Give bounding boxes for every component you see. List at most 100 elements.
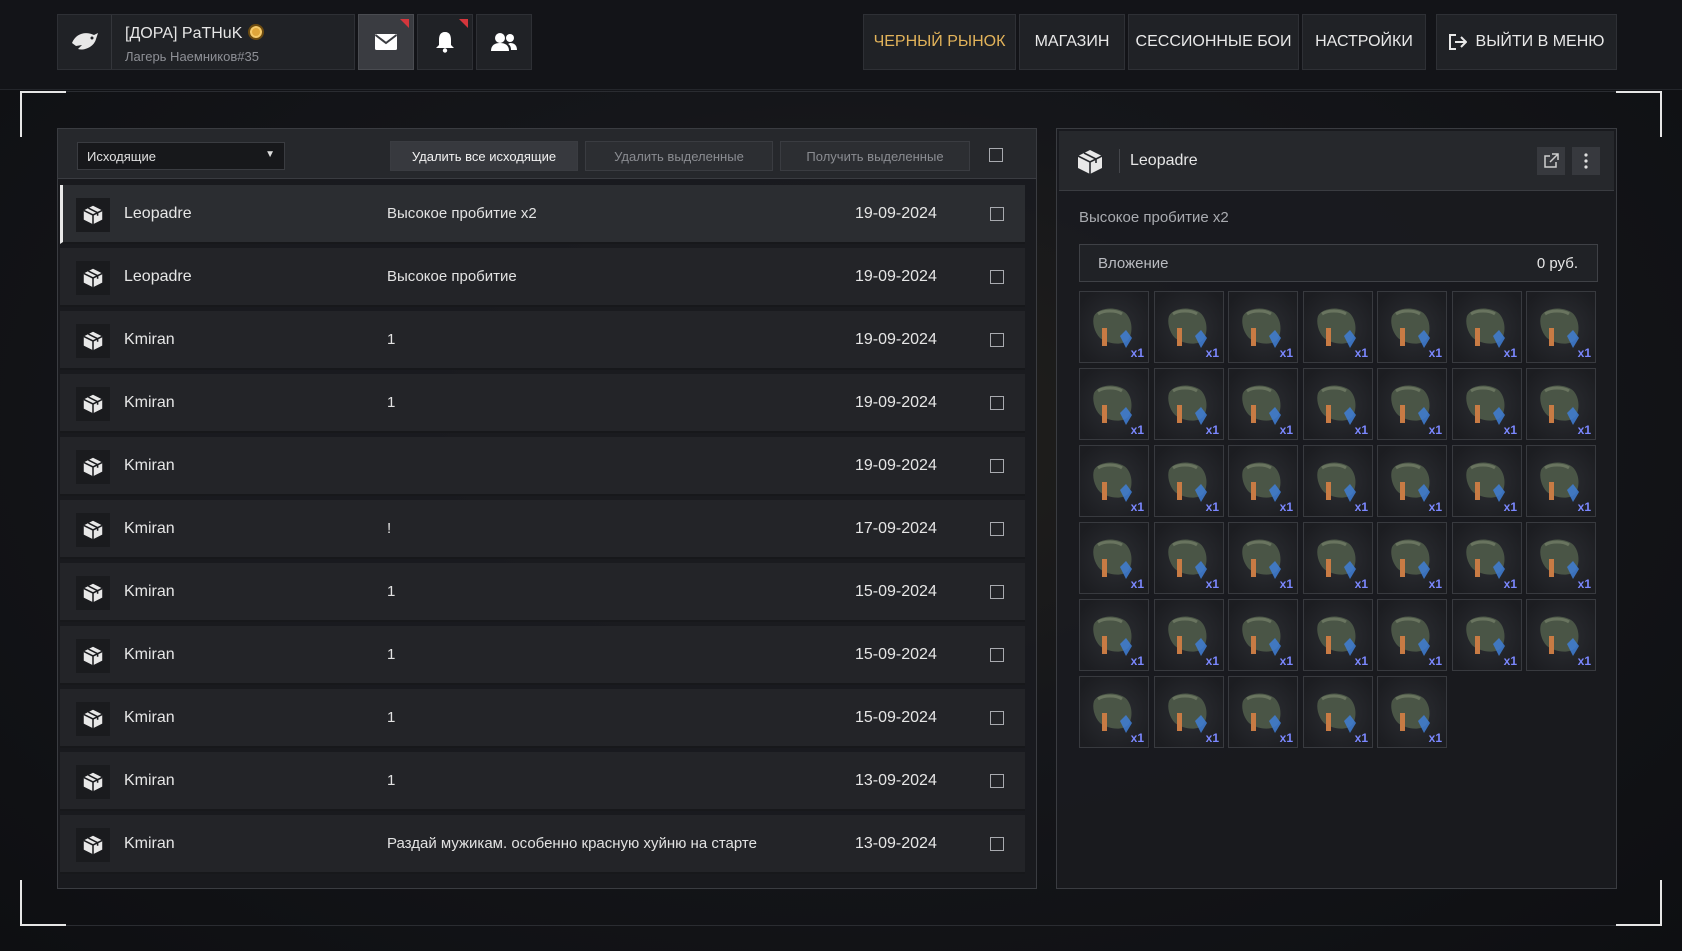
message-subject: 1 bbox=[387, 772, 396, 789]
select-all-checkbox[interactable] bbox=[989, 148, 1003, 162]
attachment-item[interactable]: x1 bbox=[1154, 368, 1224, 440]
detail-subject: Высокое пробитие x2 bbox=[1079, 209, 1229, 226]
attachment-item[interactable]: x1 bbox=[1228, 522, 1298, 594]
item-quantity: x1 bbox=[1130, 654, 1144, 668]
message-checkbox[interactable] bbox=[990, 711, 1004, 725]
attachment-item[interactable]: x1 bbox=[1079, 445, 1149, 517]
item-quantity: x1 bbox=[1279, 731, 1293, 745]
attachment-item[interactable]: x1 bbox=[1452, 522, 1522, 594]
attachment-item[interactable]: x1 bbox=[1377, 368, 1447, 440]
message-row[interactable]: Kmiran 1 19-09-2024 bbox=[60, 311, 1025, 370]
attachment-item[interactable]: x1 bbox=[1452, 368, 1522, 440]
attachment-item[interactable]: x1 bbox=[1079, 291, 1149, 363]
attachment-item[interactable]: x1 bbox=[1154, 291, 1224, 363]
attachment-item[interactable]: x1 bbox=[1526, 368, 1596, 440]
message-date: 15-09-2024 bbox=[855, 583, 937, 600]
mail-notification-dot bbox=[400, 19, 409, 28]
attachment-item[interactable]: x1 bbox=[1526, 445, 1596, 517]
more-options-button[interactable] bbox=[1572, 147, 1600, 175]
nav-session-battles[interactable]: СЕССИОННЫЕ БОИ bbox=[1128, 14, 1299, 70]
notifications-button[interactable] bbox=[417, 14, 473, 70]
friends-button[interactable] bbox=[476, 14, 532, 70]
attachment-item[interactable]: x1 bbox=[1228, 445, 1298, 517]
attachment-item[interactable]: x1 bbox=[1377, 291, 1447, 363]
nav-black-market[interactable]: ЧЕРНЫЙ РЫНОК bbox=[863, 14, 1016, 70]
attachment-item[interactable]: x1 bbox=[1303, 599, 1373, 671]
attachment-item[interactable]: x1 bbox=[1079, 368, 1149, 440]
item-quantity: x1 bbox=[1354, 423, 1368, 437]
attachment-item[interactable]: x1 bbox=[1452, 599, 1522, 671]
message-checkbox[interactable] bbox=[990, 648, 1004, 662]
attachment-item[interactable]: x1 bbox=[1303, 522, 1373, 594]
item-quantity: x1 bbox=[1428, 423, 1442, 437]
attachment-item[interactable]: x1 bbox=[1228, 599, 1298, 671]
item-quantity: x1 bbox=[1577, 423, 1591, 437]
delete-all-outgoing-button[interactable]: Удалить все исходящие bbox=[390, 141, 578, 171]
item-quantity: x1 bbox=[1503, 654, 1517, 668]
message-row[interactable]: Kmiran 1 13-09-2024 bbox=[60, 752, 1025, 811]
message-checkbox[interactable] bbox=[990, 333, 1004, 347]
nav-shop[interactable]: МАГАЗИН bbox=[1019, 14, 1125, 70]
attachment-item[interactable]: x1 bbox=[1526, 599, 1596, 671]
attachment-item[interactable]: x1 bbox=[1526, 522, 1596, 594]
item-quantity: x1 bbox=[1503, 346, 1517, 360]
mail-button[interactable] bbox=[358, 14, 414, 70]
message-subject: 1 bbox=[387, 394, 396, 411]
attachment-item[interactable]: x1 bbox=[1303, 445, 1373, 517]
detail-sender: Leopadre bbox=[1130, 152, 1198, 169]
nav-settings[interactable]: НАСТРОЙКИ bbox=[1302, 14, 1426, 70]
message-row[interactable]: Kmiran 1 15-09-2024 bbox=[60, 626, 1025, 685]
attachment-item[interactable]: x1 bbox=[1228, 291, 1298, 363]
attachment-item[interactable]: x1 bbox=[1079, 599, 1149, 671]
message-row[interactable]: Kmiran 1 19-09-2024 bbox=[60, 374, 1025, 433]
attachment-item[interactable]: x1 bbox=[1377, 676, 1447, 748]
message-row[interactable]: Leopadre Высокое пробитие 19-09-2024 bbox=[60, 248, 1025, 307]
attachment-item[interactable]: x1 bbox=[1377, 599, 1447, 671]
attachment-item[interactable]: x1 bbox=[1303, 368, 1373, 440]
attachment-item[interactable]: x1 bbox=[1154, 522, 1224, 594]
mail-toolbar: Исходящие ▼ Удалить все исходящие Удалит… bbox=[58, 129, 1036, 179]
attachment-item[interactable]: x1 bbox=[1452, 291, 1522, 363]
message-row[interactable]: Kmiran 1 15-09-2024 bbox=[60, 689, 1025, 748]
mail-filter-select[interactable]: Исходящие ▼ bbox=[77, 142, 285, 170]
frame-line-top bbox=[66, 91, 1616, 92]
attachment-item[interactable]: x1 bbox=[1526, 291, 1596, 363]
nav-exit-to-menu[interactable]: ВЫЙТИ В МЕНЮ bbox=[1436, 14, 1617, 70]
message-detail-panel: Leopadre Высокое пробитие x2 Вложение 0 … bbox=[1056, 128, 1617, 889]
attachment-item[interactable]: x1 bbox=[1452, 445, 1522, 517]
chevron-down-icon: ▼ bbox=[265, 149, 275, 160]
message-row[interactable]: Kmiran 1 15-09-2024 bbox=[60, 563, 1025, 622]
attachment-item[interactable]: x1 bbox=[1303, 676, 1373, 748]
open-external-button[interactable] bbox=[1537, 147, 1565, 175]
message-row[interactable]: Kmiran Раздай мужикам. особенно красную х… bbox=[60, 815, 1025, 874]
attachment-item[interactable]: x1 bbox=[1303, 291, 1373, 363]
attachment-item[interactable]: x1 bbox=[1228, 368, 1298, 440]
attachment-item[interactable]: x1 bbox=[1079, 676, 1149, 748]
message-checkbox[interactable] bbox=[990, 837, 1004, 851]
attachment-item[interactable]: x1 bbox=[1079, 522, 1149, 594]
item-quantity: x1 bbox=[1354, 731, 1368, 745]
message-row[interactable]: Kmiran 19-09-2024 bbox=[60, 437, 1025, 496]
message-checkbox[interactable] bbox=[990, 774, 1004, 788]
item-quantity: x1 bbox=[1354, 577, 1368, 591]
player-profile[interactable]: [ДОРА] PaTHuK Лагерь Наемников#35 bbox=[57, 14, 355, 70]
attachment-item[interactable]: x1 bbox=[1154, 676, 1224, 748]
message-checkbox[interactable] bbox=[990, 585, 1004, 599]
attachment-item[interactable]: x1 bbox=[1154, 599, 1224, 671]
message-row[interactable]: Leopadre Высокое пробитие x2 19-09-2024 bbox=[60, 185, 1025, 244]
attachment-item[interactable]: x1 bbox=[1377, 445, 1447, 517]
item-quantity: x1 bbox=[1130, 423, 1144, 437]
attachment-item[interactable]: x1 bbox=[1377, 522, 1447, 594]
attachment-item[interactable]: x1 bbox=[1154, 445, 1224, 517]
receive-selected-button[interactable]: Получить выделенные bbox=[780, 141, 970, 171]
attachment-item[interactable]: x1 bbox=[1228, 676, 1298, 748]
message-row[interactable]: Kmiran! 17-09-2024 bbox=[60, 500, 1025, 559]
message-checkbox[interactable] bbox=[990, 270, 1004, 284]
message-checkbox[interactable] bbox=[990, 207, 1004, 221]
frame-corner-top-right bbox=[1616, 91, 1662, 137]
message-date: 17-09-2024 bbox=[855, 520, 937, 537]
message-checkbox[interactable] bbox=[990, 396, 1004, 410]
message-checkbox[interactable] bbox=[990, 459, 1004, 473]
delete-selected-button[interactable]: Удалить выделенные bbox=[585, 141, 773, 171]
message-checkbox[interactable] bbox=[990, 522, 1004, 536]
